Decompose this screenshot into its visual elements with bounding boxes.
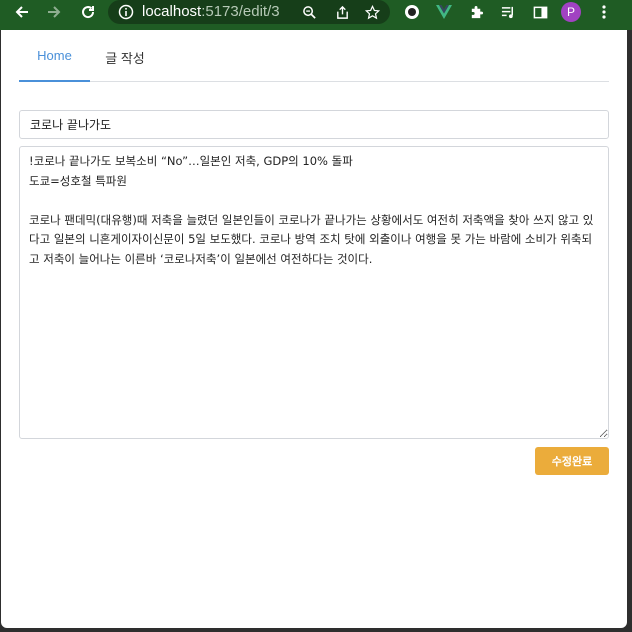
- bookmark-star-icon[interactable]: [360, 0, 384, 24]
- zoom-icon[interactable]: [297, 0, 321, 24]
- page-content: Home 글 작성 !코로나 끝나가도 보복소비 “No”…일본인 저축, GD…: [1, 30, 627, 628]
- submit-edit-button[interactable]: 수정완료: [535, 447, 609, 475]
- vue-devtools-icon[interactable]: [432, 0, 456, 24]
- tab-home[interactable]: Home: [19, 30, 90, 82]
- menu-kebab-icon[interactable]: [592, 0, 616, 24]
- back-icon[interactable]: [10, 0, 34, 24]
- extensions-puzzle-icon[interactable]: [464, 0, 488, 24]
- browser-toolbar: localhost:5173/edit/3 P: [0, 0, 632, 30]
- profile-avatar[interactable]: P: [561, 2, 581, 22]
- share-icon[interactable]: [330, 0, 354, 24]
- extension-circle-icon[interactable]: [400, 0, 424, 24]
- side-panel-icon[interactable]: [528, 0, 552, 24]
- reload-icon[interactable]: [76, 0, 100, 24]
- media-queue-icon[interactable]: [496, 0, 520, 24]
- post-title-input[interactable]: [19, 110, 609, 139]
- url-host: localhost: [142, 3, 202, 20]
- url-text: localhost:5173/edit/3: [142, 3, 280, 20]
- window-edge: [627, 30, 632, 632]
- post-content-textarea[interactable]: !코로나 끝나가도 보복소비 “No”…일본인 저축, GDP의 10% 돌파 …: [19, 146, 609, 439]
- nav-tabs: Home 글 작성: [19, 30, 609, 82]
- forward-icon[interactable]: [42, 0, 66, 24]
- site-info-icon[interactable]: [118, 4, 134, 20]
- url-path: :5173/edit/3: [201, 3, 280, 20]
- tab-write-post[interactable]: 글 작성: [90, 30, 160, 82]
